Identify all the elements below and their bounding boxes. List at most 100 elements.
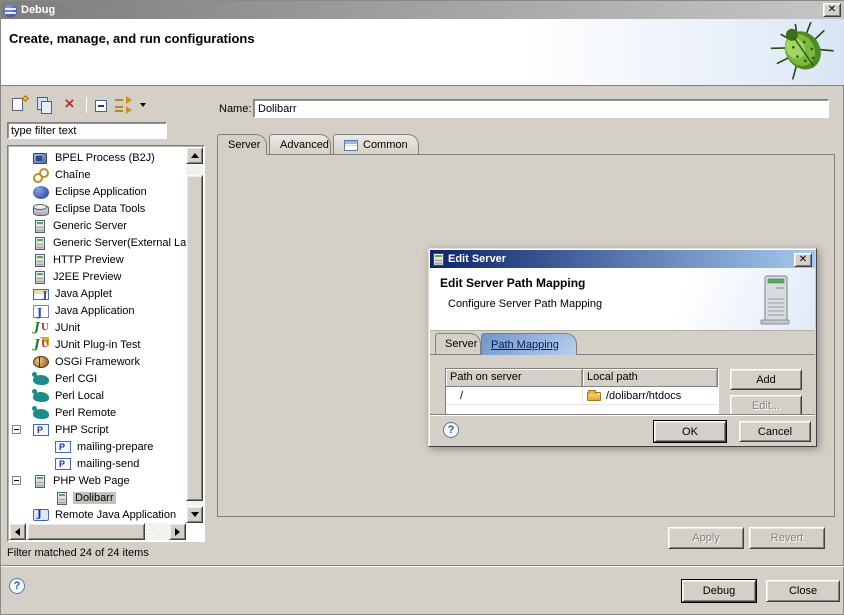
scroll-up-button[interactable] xyxy=(186,147,203,164)
tree-item[interactable]: OSGi Framework xyxy=(9,353,186,370)
tree-item[interactable]: Remote Java Application xyxy=(9,506,186,522)
column-header-local-path[interactable]: Local path xyxy=(583,369,718,387)
tree-item[interactable]: Generic Server(External La xyxy=(9,234,186,251)
tree-item[interactable]: mailing-send xyxy=(9,455,186,472)
edit-mapping-button[interactable]: Edit... xyxy=(730,395,802,415)
scroll-right-button[interactable] xyxy=(169,523,186,540)
tree-item[interactable]: Chaîne xyxy=(9,166,186,183)
path-mapping-tab-content: Path on server Local path / /dolibarr/ht… xyxy=(430,354,815,415)
type-filter-input[interactable] xyxy=(7,122,167,139)
tree-item[interactable]: mailing-prepare xyxy=(9,438,186,455)
php-icon xyxy=(33,424,49,436)
tree-item[interactable]: Eclipse Application xyxy=(9,183,186,200)
tree-item[interactable]: Dolibarr xyxy=(9,489,186,506)
tree-vertical-scrollbar[interactable] xyxy=(186,147,203,523)
dialog-titlebar[interactable]: Edit Server ✕ xyxy=(430,250,815,268)
ok-button[interactable]: OK xyxy=(654,421,726,442)
debug-button[interactable]: Debug xyxy=(682,580,756,602)
vertical-scroll-thumb[interactable] xyxy=(186,175,203,501)
edit-server-dialog: Edit Server ✕ Edit Server Path Mapping C… xyxy=(428,248,817,447)
dialog-close-button[interactable]: ✕ xyxy=(794,253,812,267)
dialog-button-bar: ? OK Cancel xyxy=(430,414,815,445)
perl-icon xyxy=(33,375,49,385)
tree-item[interactable]: Java Applet xyxy=(9,285,186,302)
tree-item-label: Perl Local xyxy=(53,390,106,402)
tree-item[interactable]: JUnit xyxy=(9,319,186,336)
tree-horizontal-scrollbar[interactable] xyxy=(9,523,186,540)
add-mapping-button[interactable]: Add xyxy=(730,369,802,390)
tree-item-label: JUnit Plug-in Test xyxy=(53,339,142,351)
scroll-down-button[interactable] xyxy=(186,506,203,523)
tree-item-label: Perl CGI xyxy=(53,373,99,385)
help-icon[interactable]: ? xyxy=(9,578,25,594)
chain-icon xyxy=(33,167,49,182)
tree-item-label: Eclipse Data Tools xyxy=(53,203,147,215)
tree-item-label: Perl Remote xyxy=(53,407,118,419)
server-tower-image xyxy=(759,274,793,326)
tree-expander-icon[interactable] xyxy=(12,476,21,485)
dialog-header: Edit Server Path Mapping Configure Serve… xyxy=(430,268,815,331)
window-titlebar[interactable]: Debug ✕ xyxy=(1,1,844,19)
tree-item-label: J2EE Preview xyxy=(51,271,123,283)
filter-menu-caret-icon[interactable] xyxy=(140,97,148,113)
tree-item-label: Generic Server xyxy=(51,220,129,232)
phpweb-icon xyxy=(35,475,45,488)
server-icon xyxy=(35,254,45,267)
window-close-button[interactable]: ✕ xyxy=(823,3,841,17)
revert-button[interactable]: Revert xyxy=(749,527,825,549)
tab-server[interactable]: Server xyxy=(217,134,267,155)
eclipse-icon xyxy=(33,186,49,199)
tree-item[interactable]: PHP Script xyxy=(9,421,186,438)
tree-item[interactable]: Perl CGI xyxy=(9,370,186,387)
collapse-all-button[interactable] xyxy=(95,100,107,112)
cancel-button[interactable]: Cancel xyxy=(739,421,811,442)
horizontal-scroll-thumb[interactable] xyxy=(27,523,145,540)
delete-configuration-button[interactable]: × xyxy=(61,97,78,113)
dialog-tab-path-mapping[interactable]: Path Mapping xyxy=(481,333,577,355)
db-icon xyxy=(33,205,49,216)
table-header-row: Path on server Local path xyxy=(446,369,718,387)
common-tab-icon xyxy=(344,140,358,151)
configurations-tree-panel: BPEL Process (B2J) Chaîne Eclipse Applicat… xyxy=(7,145,205,542)
table-row[interactable]: / /dolibarr/htdocs xyxy=(446,387,718,405)
column-header-path-on-server[interactable]: Path on server xyxy=(446,369,583,387)
window-title: Debug xyxy=(21,4,55,16)
tree-item[interactable]: Perl Local xyxy=(9,387,186,404)
duplicate-configuration-button[interactable] xyxy=(36,97,53,113)
filter-status-text: Filter matched 24 of 24 items xyxy=(7,547,149,559)
close-button[interactable]: Close xyxy=(766,580,840,602)
path-mapping-table[interactable]: Path on server Local path / /dolibarr/ht… xyxy=(445,368,719,415)
config-tree: BPEL Process (B2J) Chaîne Eclipse Applicat… xyxy=(9,149,186,522)
tree-expander-icon[interactable] xyxy=(12,425,21,434)
tree-item[interactable]: Perl Remote xyxy=(9,404,186,421)
tree-item[interactable]: PHP Web Page xyxy=(9,472,186,489)
tree-item[interactable]: Eclipse Data Tools xyxy=(9,200,186,217)
tree-item-label: JUnit xyxy=(53,322,82,334)
server-icon xyxy=(35,220,45,233)
tree-item[interactable]: J2EE Preview xyxy=(9,268,186,285)
tree-item[interactable]: Java Application xyxy=(9,302,186,319)
tree-item-label: Remote Java Application xyxy=(53,509,178,521)
tab-common[interactable]: Common xyxy=(333,134,419,154)
tab-advanced[interactable]: Advanced xyxy=(269,134,331,154)
tree-item[interactable]: BPEL Process (B2J) xyxy=(9,149,186,166)
tree-item[interactable]: Generic Server xyxy=(9,217,186,234)
apply-button[interactable]: Apply xyxy=(668,527,744,549)
dialog-tab-server[interactable]: Server xyxy=(435,333,481,354)
new-configuration-button[interactable] xyxy=(11,97,28,113)
tree-item[interactable]: JUnit Plug-in Test xyxy=(9,336,186,353)
phpweb-icon xyxy=(57,492,67,505)
tree-item[interactable]: HTTP Preview xyxy=(9,251,186,268)
eclipse-icon xyxy=(4,4,17,17)
server-icon xyxy=(433,253,444,266)
scroll-left-button[interactable] xyxy=(9,523,26,540)
filter-configurations-button[interactable] xyxy=(115,97,132,113)
tree-item-label: Chaîne xyxy=(53,169,92,181)
dialog-help-icon[interactable]: ? xyxy=(443,422,459,438)
bug-icon xyxy=(769,22,839,80)
name-input[interactable] xyxy=(253,99,829,118)
perl-icon xyxy=(33,392,49,402)
tree-item-label: OSGi Framework xyxy=(53,356,142,368)
junit-icon xyxy=(33,320,49,335)
tree-item-label: mailing-prepare xyxy=(75,441,155,453)
